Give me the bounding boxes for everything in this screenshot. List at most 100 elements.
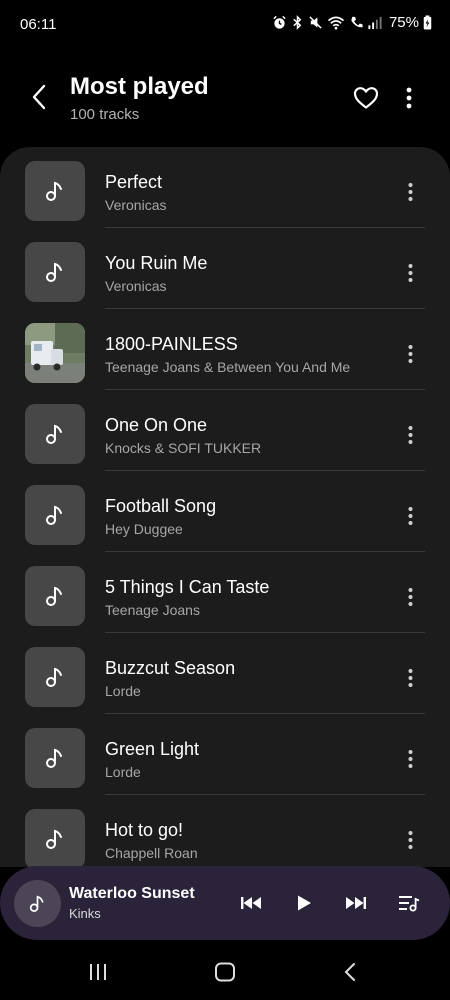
track-artist: Lorde — [105, 683, 141, 699]
track-row[interactable]: Green Light Lorde — [0, 714, 450, 795]
track-thumbnail — [25, 485, 85, 545]
track-thumbnail — [25, 242, 85, 302]
recent-apps-button[interactable] — [78, 957, 118, 987]
now-playing-title: Waterloo Sunset — [69, 885, 195, 902]
more-vertical-icon — [408, 426, 412, 444]
track-title: Green Light — [105, 739, 200, 759]
status-time: 06:11 — [20, 16, 57, 33]
music-note-icon — [46, 829, 62, 849]
track-title: One On One — [105, 415, 208, 435]
track-more-button[interactable] — [398, 582, 422, 612]
track-more-button[interactable] — [398, 339, 422, 369]
more-vertical-icon — [408, 183, 412, 201]
music-note-icon — [29, 895, 44, 912]
track-title: Perfect — [105, 172, 163, 192]
call-icon — [351, 16, 363, 28]
track-artist: Veronicas — [105, 197, 167, 213]
track-artist: Knocks & SOFI TUKKER — [105, 440, 262, 456]
album-art-photo — [25, 323, 85, 383]
music-note-icon — [46, 181, 62, 201]
track-title: 5 Things I Can Taste — [105, 577, 270, 597]
track-thumbnail — [25, 566, 85, 626]
track-title: Hot to go! — [105, 820, 184, 840]
track-more-button[interactable] — [398, 420, 422, 450]
more-vertical-icon — [406, 87, 412, 109]
playlist-icon — [399, 896, 420, 912]
track-thumbnail — [25, 161, 85, 221]
more-vertical-icon — [408, 831, 412, 849]
status-bar: 06:11 75% — [0, 0, 450, 50]
track-thumbnail — [25, 647, 85, 707]
music-note-icon — [46, 424, 62, 444]
back-button[interactable] — [22, 80, 56, 114]
battery-icon — [423, 15, 432, 30]
music-note-icon — [46, 262, 62, 282]
track-row[interactable]: You Ruin Me Veronicas — [0, 228, 450, 309]
queue-button[interactable] — [394, 889, 424, 917]
track-row[interactable]: 5 Things I Can Taste Teenage Joans — [0, 552, 450, 633]
mini-player[interactable]: Waterloo Sunset Kinks — [0, 866, 450, 940]
mute-icon — [309, 16, 322, 29]
track-row[interactable]: Perfect Veronicas — [0, 147, 450, 228]
track-row[interactable]: One On One Knocks & SOFI TUKKER — [0, 390, 450, 471]
more-vertical-icon — [408, 264, 412, 282]
track-row[interactable]: Hot to go! Chappell Roan — [0, 795, 450, 867]
track-more-button[interactable] — [398, 744, 422, 774]
track-title: You Ruin Me — [105, 253, 208, 273]
track-artist: Chappell Roan — [105, 845, 198, 861]
music-note-icon — [46, 505, 62, 525]
now-playing-thumbnail — [14, 880, 61, 927]
track-more-button[interactable] — [398, 177, 422, 207]
more-vertical-icon — [408, 669, 412, 687]
skip-previous-icon — [241, 897, 261, 909]
skip-next-icon — [346, 897, 366, 909]
recent-apps-icon — [90, 964, 106, 980]
track-more-button[interactable] — [398, 258, 422, 288]
track-thumbnail — [25, 404, 85, 464]
track-artist: Lorde — [105, 764, 141, 780]
album-art-image — [25, 323, 85, 383]
track-list: Perfect Veronicas You Ruin Me Veronicas — [0, 147, 450, 867]
heart-icon — [353, 87, 379, 109]
track-artist: Teenage Joans & Between You And Me — [105, 359, 351, 375]
back-nav-button[interactable] — [330, 957, 370, 987]
track-artist: Veronicas — [105, 278, 167, 294]
music-note-icon — [46, 667, 62, 687]
navigation-bar — [0, 945, 450, 1000]
more-vertical-icon — [408, 507, 412, 525]
track-title: Football Song — [105, 496, 217, 516]
play-icon — [298, 895, 311, 911]
more-vertical-icon — [408, 588, 412, 606]
track-artist: Teenage Joans — [105, 602, 200, 618]
track-title: 1800-PAINLESS — [105, 334, 238, 354]
play-button[interactable] — [289, 889, 319, 917]
status-icons: 75% — [272, 14, 432, 31]
back-arrow-icon — [32, 84, 46, 110]
track-thumbnail — [25, 728, 85, 788]
home-button[interactable] — [205, 957, 245, 987]
track-more-button[interactable] — [398, 663, 422, 693]
track-artist: Hey Duggee — [105, 521, 183, 537]
music-note-icon — [46, 748, 62, 768]
track-row[interactable]: 1800-PAINLESS Teenage Joans & Between Yo… — [0, 309, 450, 390]
more-options-button[interactable] — [395, 82, 423, 114]
page-title: Most played — [70, 73, 209, 100]
header: Most played 100 tracks — [0, 60, 450, 140]
now-playing-artist: Kinks — [69, 906, 101, 921]
previous-button[interactable] — [236, 889, 266, 917]
battery-percentage: 75% — [388, 14, 419, 31]
more-vertical-icon — [408, 345, 412, 363]
favorite-button[interactable] — [350, 82, 382, 114]
track-title: Buzzcut Season — [105, 658, 236, 678]
next-button[interactable] — [341, 889, 371, 917]
track-thumbnail — [25, 809, 85, 867]
track-more-button[interactable] — [398, 825, 422, 855]
track-count: 100 tracks — [70, 106, 140, 123]
more-vertical-icon — [408, 750, 412, 768]
bluetooth-icon — [293, 15, 302, 30]
alarm-icon — [273, 15, 286, 29]
track-row[interactable]: Buzzcut Season Lorde — [0, 633, 450, 714]
track-row[interactable]: Football Song Hey Duggee — [0, 471, 450, 552]
track-more-button[interactable] — [398, 501, 422, 531]
home-icon — [215, 962, 235, 982]
